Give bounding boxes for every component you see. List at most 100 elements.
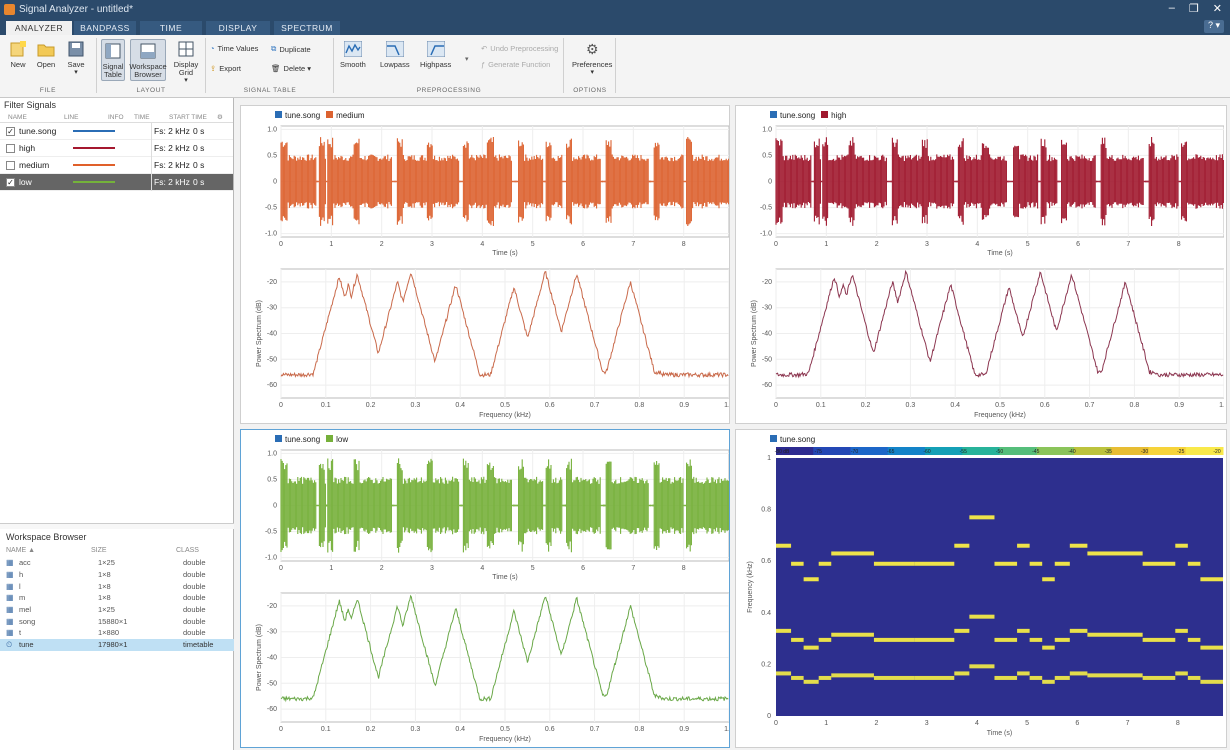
note-band [1187,675,1201,680]
smooth-icon [343,39,363,59]
note-band [1042,577,1055,582]
tick-label: 2 [380,241,384,248]
undo-preprocessing-button[interactable]: ↶ Undo Preprocessing [481,44,558,53]
signal-line-swatch[interactable] [69,140,129,157]
workspace-variable-row[interactable]: ▦ h 1×8 double [0,569,234,581]
display-panel-spectrogram[interactable]: tune.song -80 dB -75 -70 -65 -60 -55 -50 -45 -40-… [735,429,1227,748]
maximize-button[interactable]: ❐ [1189,2,1199,15]
note-band [873,637,915,642]
tick-label: 0.6 [1040,402,1050,409]
workspace-variable-row[interactable]: ▦ acc 1×25 double [0,557,234,569]
note-band [818,675,832,680]
signal-table-button[interactable]: Signal Table [101,39,125,81]
workspace-variable-row[interactable]: ⏲ tune 17980×1 timetable [0,638,234,651]
display-grid-icon [176,39,196,59]
tab-display[interactable]: DISPLAY [206,21,270,35]
display-panel-low[interactable]: tune.song low 1.0 0.5 0 -0.5 -1.0 0 1 2 3 4 5 6 7 8 Time… [240,429,730,748]
workspace-variable-row[interactable]: ▦ t 1×880 double [0,627,234,639]
signal-info: Fs: 2 kHz [151,173,190,191]
lowpass-button[interactable]: Lowpass [380,39,410,69]
workspace-browser-button[interactable]: Workspace Browser [129,39,167,81]
tick-label: -1.0 [265,231,277,238]
variable-size: 15880×1 [98,616,128,626]
table-settings-icon[interactable]: ⚙ [217,113,223,121]
signal-line-swatch[interactable] [69,157,129,174]
signal-line-swatch[interactable] [69,174,129,191]
generate-function-button[interactable]: ƒ Generate Function [481,60,550,69]
tick-label: 0.1 [321,402,331,409]
matrix-icon: ▦ [6,616,14,626]
save-button[interactable]: Save ▾ [66,39,86,77]
tick-label: 0.6 [545,726,555,733]
preferences-button[interactable]: ⚙ Preferences ▾ [572,39,612,77]
signal-start-time: 0 s [193,143,205,153]
signal-checkbox[interactable] [6,143,15,153]
workspace-variable-row[interactable]: ▦ m 1×8 double [0,592,234,604]
note-band [873,561,915,566]
display-panel-high[interactable]: tune.song high 1.0 0.5 0 -0.5 -1.0 0 1 2 3 4 5 6 7 8 Tim… [735,105,1227,424]
tick-label: 1.0 [762,126,772,133]
tab-analyzer[interactable]: ANALYZER [6,21,72,35]
note-band [994,675,1018,680]
open-button[interactable]: Open [36,39,56,69]
signal-checkbox[interactable]: ✓ [6,177,15,187]
note-band [818,561,832,566]
variable-size: 1×25 [98,605,115,615]
note-band [831,551,874,556]
matrix-icon: ▦ [6,570,14,580]
highpass-button[interactable]: Highpass [420,39,451,69]
tick-label: 4 [975,720,979,727]
close-button[interactable]: ✕ [1213,2,1222,15]
note-band [914,675,955,680]
signal-checkbox[interactable] [6,160,15,170]
duplicate-button[interactable]: ⧉ Duplicate [271,44,311,54]
delete-button[interactable]: 🗑 Delete ▾ [271,64,311,73]
signal-row[interactable]: medium Fs: 2 kHz 0 s [0,156,233,174]
variable-size: 1×8 [98,593,111,603]
function-icon: ƒ [481,60,486,69]
tick-label: 8 [1177,241,1181,248]
export-button[interactable]: ⇪ Export [210,64,241,73]
tick-label: 1 [329,241,333,248]
tab-spectrum[interactable]: SPECTRUM [274,21,340,35]
preprocess-gallery-arrow[interactable]: ▾ [465,55,469,63]
note-band [831,673,874,678]
smooth-button[interactable]: Smooth [340,39,366,69]
tab-bandpass[interactable]: BANDPASS [74,21,136,35]
colorbar-segment [925,447,963,455]
tick-label: 0 [279,402,283,409]
section-preprocessing: PREPROCESSING [416,87,482,94]
colorbar: -80 dB -75 -70 -65 -60 -55 -50 -45 -40 -35 -30 -25 -… [775,447,1224,455]
axis-label: Power Spectrum (dB) [256,300,263,367]
matrix-icon: ▦ [6,593,14,603]
app-icon [4,3,15,15]
tick-label: 0.3 [411,402,421,409]
help-button[interactable]: ? ▾ [1203,20,1224,33]
signal-checkbox[interactable]: ✓ [6,126,15,136]
tab-time[interactable]: TIME [140,21,202,35]
variable-class: double [183,616,206,626]
tick-label: 0.9 [679,402,689,409]
signal-row[interactable]: ✓ low Fs: 2 kHz 0 s [0,173,233,191]
time-values-button[interactable]: ◔ Time Values [210,44,258,53]
workspace-variable-row[interactable]: ▦ song 15880×1 double [0,615,234,627]
tick-label: 4 [975,241,979,248]
signal-line-swatch[interactable] [69,123,129,140]
tick-label: 1 [824,720,828,727]
workspace-variable-row[interactable]: ▦ mel 1×25 double [0,604,234,616]
new-button[interactable]: New [8,39,28,69]
tick-label: 0.3 [906,402,916,409]
signal-row[interactable]: high Fs: 2 kHz 0 s [0,139,233,157]
tick-label: 1 [329,565,333,572]
minimize-button[interactable]: – [1169,2,1175,15]
display-grid-button[interactable]: Display Grid ▾ [172,39,200,85]
section-options: OPTIONS [573,87,607,94]
signal-info: Fs: 2 kHz [151,139,190,157]
gear-icon: ⚙ [585,41,599,57]
tick-label: 0.5 [500,402,510,409]
workspace-variable-row[interactable]: ▦ l 1×8 double [0,580,234,592]
signal-row[interactable]: ✓ tune.song Fs: 2 kHz 0 s [0,122,233,140]
note-band [791,675,804,680]
display-panel-medium[interactable]: tune.song medium 1.0 0.5 0 -0.5 -1.0 0 1 2 3 4 5 6 7 8 T… [240,105,730,424]
variable-name: t [19,628,22,638]
